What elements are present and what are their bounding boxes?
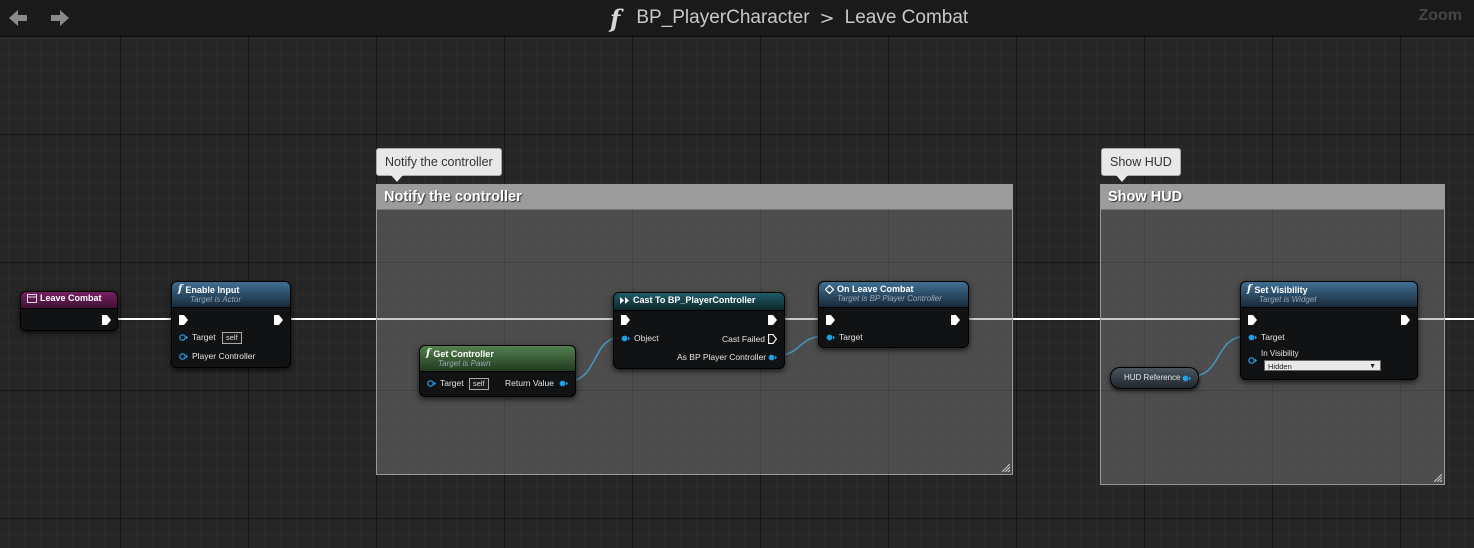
node-header: f Set Visibility Target is Widget [1241, 282, 1417, 308]
node-header: Leave Combat [21, 292, 117, 309]
node-subtitle: Target is BP Player Controller [837, 294, 942, 303]
exec-out-pin[interactable] [102, 315, 111, 325]
breadcrumb-current: Leave Combat [844, 7, 969, 28]
variable-node-hud-reference[interactable]: HUD Reference [1110, 367, 1199, 389]
pin-label-in-visibility: In Visibility [1261, 349, 1299, 358]
function-icon: f [610, 3, 621, 33]
node-title: Get Controller [433, 348, 494, 359]
breadcrumb-parent[interactable]: BP_PlayerCharacter [636, 7, 809, 29]
comment-title-notify[interactable]: Notify the controller [377, 185, 1012, 210]
exec-out-pin[interactable] [951, 315, 960, 325]
breadcrumb: f BP_PlayerCharacter > Leave Combat [610, 3, 969, 33]
event-icon [27, 293, 37, 303]
dropdown-selected-value: Hidden [1268, 362, 1292, 371]
object-pin-target[interactable] [427, 380, 436, 387]
comment-bubble-show-hud[interactable]: Show HUD [1101, 148, 1181, 182]
node-title: Set Visibility [1254, 284, 1308, 295]
node-title: Leave Combat [40, 293, 102, 303]
comment-bubble-notify[interactable]: Notify the controller [376, 148, 502, 182]
enum-pin-in-visibility[interactable] [1248, 357, 1257, 364]
chevron-down-icon: ▼ [1369, 363, 1376, 370]
in-visibility-dropdown[interactable]: Hidden ▼ [1264, 360, 1381, 371]
breadcrumb-separator: > [819, 7, 835, 29]
function-icon: f [426, 348, 431, 359]
exec-out-pin[interactable] [274, 315, 283, 325]
arrow-right-icon [51, 10, 69, 26]
exec-in-pin[interactable] [826, 315, 835, 325]
event-node-leave-combat[interactable]: Leave Combat [20, 291, 118, 331]
pin-label-return-value: Return Value [505, 378, 554, 388]
back-button[interactable] [7, 7, 29, 29]
node-subtitle: Target is Widget [1259, 295, 1317, 304]
function-icon: f [1247, 284, 1252, 295]
variable-name: HUD Reference [1124, 373, 1181, 382]
pin-label-target: Target [1261, 332, 1285, 342]
exec-out-pin-cast-failed[interactable] [768, 334, 777, 344]
target-self-field[interactable]: self [222, 332, 242, 344]
pin-label-target: Target [192, 332, 216, 342]
interface-message-icon [825, 284, 834, 294]
exec-in-pin[interactable] [621, 315, 630, 325]
exec-in-pin[interactable] [179, 315, 188, 325]
function-node-set-visibility[interactable]: f Set Visibility Target is Widget Target … [1240, 281, 1418, 380]
exec-in-pin[interactable] [1248, 315, 1257, 325]
node-header: On Leave Combat Target is BP Player Cont… [819, 282, 968, 308]
function-node-on-leave-combat[interactable]: On Leave Combat Target is BP Player Cont… [818, 281, 969, 348]
function-node-enable-input[interactable]: f Enable Input Target is Actor Target sel… [171, 281, 291, 368]
node-header: f Enable Input Target is Actor [172, 282, 290, 308]
object-pin-player-controller[interactable] [179, 353, 188, 360]
node-header: Cast To BP_PlayerController [614, 293, 784, 311]
node-title: Cast To BP_PlayerController [633, 295, 756, 305]
object-pin-hud-reference[interactable] [1182, 375, 1191, 382]
exec-out-pin[interactable] [1401, 315, 1410, 325]
pin-label-cast-failed: Cast Failed [722, 334, 765, 344]
node-subtitle: Target is Actor [190, 295, 241, 304]
node-header: f Get Controller Target is Pawn [420, 346, 575, 372]
object-pin-object[interactable] [621, 335, 630, 342]
node-title: Enable Input [185, 284, 240, 295]
object-pin-target[interactable] [179, 334, 188, 341]
exec-out-pin[interactable] [768, 315, 777, 325]
object-pin-as-bp-player-controller[interactable] [768, 354, 777, 361]
graph-toolbar: f BP_PlayerCharacter > Leave Combat Zoom [0, 0, 1474, 37]
object-pin-return-value[interactable] [559, 380, 568, 387]
arrow-left-icon [9, 10, 27, 26]
pin-label-target: Target [839, 332, 863, 342]
pin-label-target: Target [440, 378, 464, 388]
object-pin-target[interactable] [1248, 334, 1257, 341]
pin-label-as-bp-player-controller: As BP Player Controller [677, 352, 767, 362]
target-self-field[interactable]: self [469, 378, 489, 390]
pin-label-player-controller: Player Controller [192, 351, 256, 361]
function-icon: f [178, 284, 183, 295]
cast-icon [620, 296, 629, 304]
node-title: On Leave Combat [837, 284, 914, 294]
resize-grip-icon[interactable] [1434, 474, 1442, 482]
cast-node-bp-player-controller[interactable]: Cast To BP_PlayerController Object Cast … [613, 292, 785, 369]
pure-node-get-controller[interactable]: f Get Controller Target is Pawn Target se… [419, 345, 576, 397]
object-pin-target[interactable] [826, 334, 835, 341]
pin-label-object: Object [634, 333, 659, 343]
forward-button[interactable] [49, 7, 71, 29]
zoom-label: Zoom [1418, 7, 1462, 24]
resize-grip-icon[interactable] [1002, 464, 1010, 472]
comment-title-show-hud[interactable]: Show HUD [1101, 185, 1444, 210]
node-subtitle: Target is Pawn [438, 359, 491, 368]
